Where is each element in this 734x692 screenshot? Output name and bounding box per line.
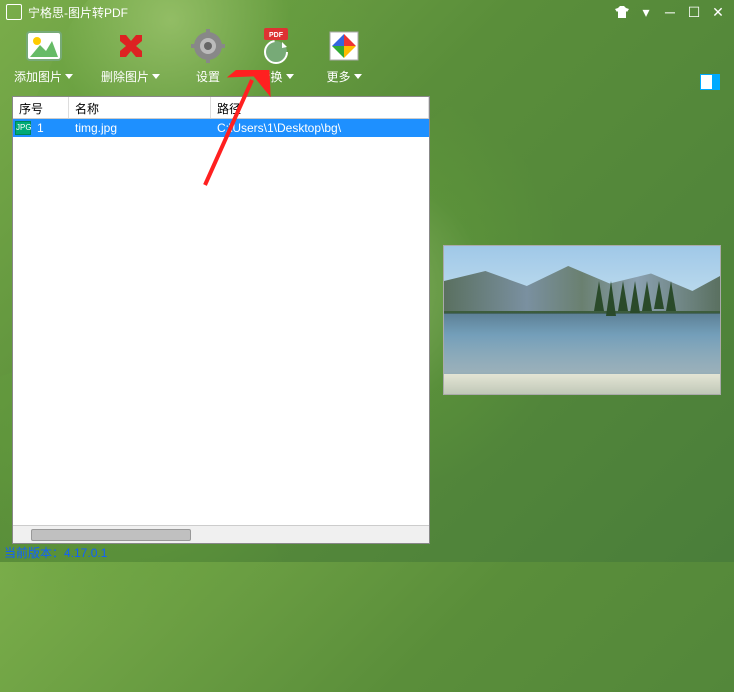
menu-button[interactable]: ▾ <box>636 3 656 21</box>
close-button[interactable]: ✕ <box>708 3 728 21</box>
cell-path: C:\Users\1\Desktop\bg\ <box>211 121 429 135</box>
svg-text:PDF: PDF <box>269 32 284 39</box>
more-icon <box>324 26 364 66</box>
more-button[interactable]: 更多 <box>324 26 364 85</box>
settings-label: 设置 <box>196 68 220 85</box>
scrollbar-thumb[interactable] <box>31 529 191 541</box>
version-label: 当前版本：4.17.0.1 <box>4 546 107 560</box>
horizontal-scrollbar[interactable] <box>13 525 429 543</box>
add-image-label: 添加图片 <box>14 68 62 85</box>
dropdown-arrow-icon <box>65 74 73 79</box>
preview-image <box>443 245 721 395</box>
settings-icon <box>188 26 228 66</box>
window-title: 宁格思-图片转PDF <box>28 4 128 21</box>
settings-button[interactable]: 设置 <box>188 26 228 85</box>
statusbar: 当前版本：4.17.0.1 <box>0 544 734 562</box>
cell-name: timg.jpg <box>69 121 211 135</box>
table-header: 序号 名称 路径 <box>13 97 429 119</box>
titlebar: 宁格思-图片转PDF ▾ ─ ☐ ✕ <box>0 0 734 24</box>
table-body: JPG 1 timg.jpg C:\Users\1\Desktop\bg\ <box>13 119 429 525</box>
dropdown-arrow-icon <box>152 74 160 79</box>
col-header-name[interactable]: 名称 <box>69 97 211 118</box>
col-header-seq[interactable]: 序号 <box>13 97 69 118</box>
convert-button[interactable]: PDF 转换 <box>256 26 296 85</box>
maximize-button[interactable]: ☐ <box>684 3 704 21</box>
app-icon <box>6 4 22 20</box>
add-image-button[interactable]: 添加图片 <box>14 26 73 85</box>
delete-image-icon <box>111 26 151 66</box>
file-type-icon: JPG <box>15 121 31 135</box>
minimize-button[interactable]: ─ <box>660 3 680 21</box>
more-label: 更多 <box>327 68 351 85</box>
layout-icon <box>700 74 720 90</box>
file-list-panel: 序号 名称 路径 JPG 1 timg.jpg C:\Users\1\Deskt… <box>12 96 430 544</box>
skin-button[interactable] <box>612 3 632 21</box>
table-row[interactable]: JPG 1 timg.jpg C:\Users\1\Desktop\bg\ <box>13 119 429 137</box>
layout-toggle-button[interactable] <box>700 74 720 90</box>
delete-image-label: 删除图片 <box>101 68 149 85</box>
col-header-path[interactable]: 路径 <box>211 97 429 118</box>
convert-label: 转换 <box>259 68 283 85</box>
cell-seq: 1 <box>31 121 69 135</box>
dropdown-arrow-icon <box>354 74 362 79</box>
convert-icon: PDF <box>256 26 296 66</box>
add-image-icon <box>24 26 64 66</box>
dropdown-arrow-icon <box>286 74 294 79</box>
workarea: 序号 名称 路径 JPG 1 timg.jpg C:\Users\1\Deskt… <box>0 96 734 544</box>
preview-panel <box>442 96 722 544</box>
delete-image-button[interactable]: 删除图片 <box>101 26 160 85</box>
toolbar: 添加图片 删除图片 设置 PDF <box>0 24 734 96</box>
